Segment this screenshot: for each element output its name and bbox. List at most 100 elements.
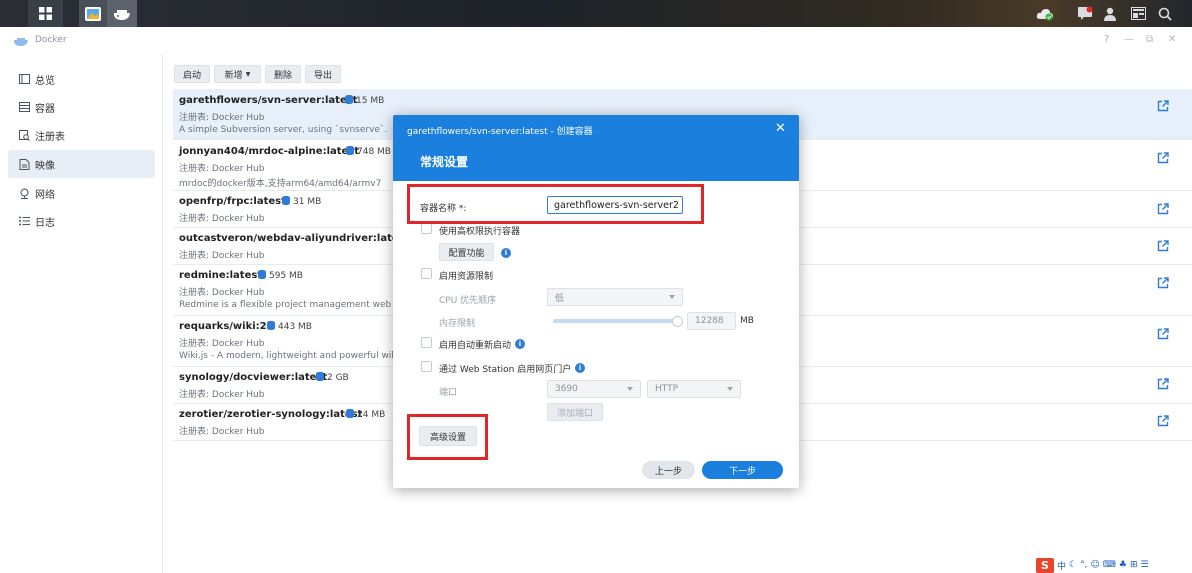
- open-external-icon[interactable]: [1157, 277, 1169, 289]
- taskbar-sync-status[interactable]: [1030, 0, 1060, 27]
- cpu-priority-value: 低: [555, 293, 565, 304]
- photo-app-icon: [85, 6, 101, 21]
- info-icon[interactable]: i: [575, 363, 585, 373]
- keyboard-icon: ⌨: [1102, 560, 1116, 570]
- log-icon: [18, 215, 30, 227]
- add-button-label: 新增: [224, 70, 243, 81]
- image-size: 443 MB: [267, 321, 312, 332]
- open-external-icon[interactable]: [1157, 415, 1169, 427]
- docker-whale-icon: [114, 9, 130, 20]
- dialog-subtitle: garethflowers/svn-server:latest - 创建容器: [407, 127, 593, 137]
- privileged-checkbox[interactable]: [421, 223, 432, 234]
- info-icon[interactable]: i: [501, 248, 511, 258]
- port-select[interactable]: 3690: [547, 380, 641, 398]
- close-button[interactable]: ✕: [1168, 34, 1176, 45]
- sidebar-item-container[interactable]: 容器: [8, 93, 155, 121]
- menu-icon: ☰: [1140, 560, 1149, 570]
- taskbar-user[interactable]: [1095, 0, 1125, 27]
- launch-button[interactable]: 启动: [174, 65, 210, 83]
- add-button[interactable]: 新增 ▼: [214, 65, 261, 83]
- chat-bubble-icon: [1078, 6, 1093, 20]
- open-external-icon[interactable]: [1157, 152, 1169, 164]
- open-external-icon[interactable]: [1157, 203, 1169, 215]
- container-name-label: 容器名称 *:: [420, 204, 467, 214]
- database-icon: [258, 270, 266, 279]
- restore-button[interactable]: ⧉: [1146, 34, 1153, 45]
- next-step-button[interactable]: 下一步: [702, 461, 783, 479]
- auto-restart-checkbox[interactable]: [421, 337, 432, 348]
- dialog-header: garethflowers/svn-server:latest - 创建容器 常…: [393, 115, 799, 181]
- window-header: Docker ? — ⧉ ✕: [0, 27, 1192, 54]
- ime-language: 中: [1057, 561, 1067, 572]
- export-button[interactable]: 导出: [305, 65, 341, 83]
- database-icon: [267, 321, 275, 330]
- cloud-sync-icon: [1036, 8, 1053, 20]
- open-external-icon[interactable]: [1157, 378, 1169, 390]
- privileged-label: 使用高权限执行容器: [439, 227, 521, 237]
- database-icon: [346, 146, 354, 155]
- image-size: 24 MB: [346, 409, 385, 420]
- webstation-checkbox[interactable]: [421, 361, 432, 372]
- memory-slider-track[interactable]: [553, 319, 679, 323]
- delete-button[interactable]: 删除: [265, 65, 301, 83]
- memory-limit-input[interactable]: 12288: [687, 312, 736, 330]
- database-icon: [345, 95, 353, 104]
- docker-app-icon: [14, 38, 28, 46]
- user-icon: [1104, 7, 1116, 21]
- container-name-input[interactable]: garethflowers-svn-server2: [547, 196, 683, 214]
- chevron-down-icon: [669, 295, 675, 299]
- dialog-close-icon[interactable]: ✕: [775, 121, 786, 136]
- protocol-select[interactable]: HTTP: [647, 380, 741, 398]
- taskbar-app-docker[interactable]: [107, 0, 137, 27]
- sidebar-item-overview[interactable]: 总览: [8, 65, 155, 93]
- webstation-label: 通过 Web Station 启用网页门户: [439, 365, 572, 375]
- overview-icon: [18, 73, 30, 85]
- memory-unit-label: MB: [740, 316, 754, 326]
- sidebar-item-log[interactable]: 日志: [8, 207, 155, 235]
- chevron-down-icon: [627, 387, 633, 391]
- ime-toolbar[interactable]: S 中 ☾ °, ☺ ⌨ ♣ ⊞ ☰: [1036, 557, 1192, 573]
- open-external-icon[interactable]: [1157, 328, 1169, 340]
- database-icon: [316, 372, 324, 381]
- search-icon: [1158, 7, 1172, 21]
- skin-icon: ♣: [1118, 560, 1127, 570]
- emoji-icon: ☺: [1090, 560, 1100, 570]
- sidebar-item-network[interactable]: 网络: [8, 179, 155, 207]
- port-label: 端口: [439, 388, 458, 398]
- port-value: 3690: [555, 384, 578, 394]
- taskbar: [0, 0, 1192, 27]
- cpu-priority-label: CPU 优先顺序: [439, 296, 497, 306]
- help-button[interactable]: ?: [1104, 34, 1109, 45]
- memory-slider-handle[interactable]: [672, 316, 683, 327]
- open-external-icon[interactable]: [1157, 100, 1169, 112]
- image-icon: [18, 158, 30, 170]
- taskbar-widgets[interactable]: [1123, 0, 1153, 27]
- taskbar-app-file-station[interactable]: [79, 0, 107, 27]
- widgets-icon: [1130, 7, 1146, 20]
- container-icon: [18, 101, 30, 113]
- info-icon[interactable]: i: [515, 339, 525, 349]
- config-capabilities-button[interactable]: 配置功能: [439, 243, 494, 261]
- moon-icon: ☾: [1069, 560, 1078, 570]
- punctuation-icon: °,: [1080, 560, 1088, 570]
- add-port-button[interactable]: 添加端口: [547, 403, 603, 421]
- main-menu-button[interactable]: [28, 0, 63, 27]
- resource-limit-checkbox[interactable]: [421, 268, 432, 279]
- grid-icon: [39, 7, 52, 20]
- protocol-value: HTTP: [655, 384, 679, 394]
- database-icon: [346, 409, 354, 418]
- cpu-priority-select[interactable]: 低: [547, 288, 683, 306]
- minimize-button[interactable]: —: [1124, 34, 1134, 45]
- dialog-title: 常规设置: [420, 155, 469, 169]
- taskbar-search[interactable]: [1150, 0, 1180, 27]
- advanced-settings-button[interactable]: 高级设置: [419, 426, 477, 446]
- sidebar-item-image[interactable]: 映像: [8, 150, 155, 178]
- sidebar-item-registry[interactable]: 注册表: [8, 121, 155, 149]
- network-icon: [18, 187, 30, 199]
- open-external-icon[interactable]: [1157, 240, 1169, 252]
- toolbox-icon: ⊞: [1129, 560, 1138, 570]
- resource-limit-label: 启用资源限制: [439, 272, 494, 282]
- previous-step-button[interactable]: 上一步: [642, 461, 695, 479]
- image-size: 595 MB: [258, 270, 303, 281]
- image-size: 748 MB: [346, 146, 391, 157]
